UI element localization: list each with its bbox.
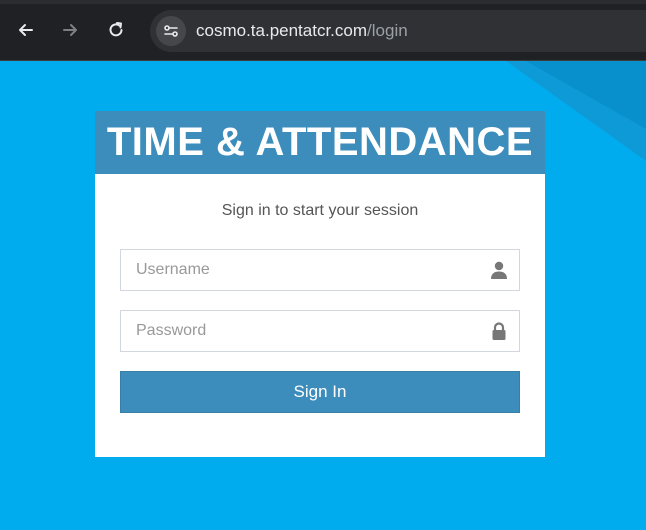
site-info-button[interactable] bbox=[156, 16, 186, 46]
back-button[interactable] bbox=[12, 16, 40, 44]
url-host: cosmo.ta.pentatcr.com bbox=[196, 21, 368, 40]
user-icon bbox=[489, 260, 509, 280]
login-box: TIME & ATTENDANCE Sign in to start your … bbox=[95, 111, 545, 457]
sign-in-button[interactable]: Sign In bbox=[120, 371, 520, 413]
browser-toolbar: cosmo.ta.pentatcr.com/login bbox=[0, 0, 646, 61]
url-text[interactable]: cosmo.ta.pentatcr.com/login bbox=[196, 21, 408, 41]
reload-icon bbox=[109, 22, 123, 37]
login-subtitle: Sign in to start your session bbox=[221, 202, 419, 219]
password-input[interactable] bbox=[121, 311, 471, 351]
password-field-group bbox=[120, 310, 520, 352]
username-field-group bbox=[120, 249, 520, 291]
reload-button[interactable] bbox=[102, 16, 130, 44]
login-title: TIME & ATTENDANCE bbox=[106, 120, 534, 164]
address-bar[interactable]: cosmo.ta.pentatcr.com/login bbox=[150, 10, 646, 52]
site-settings-icon bbox=[164, 25, 178, 37]
lock-icon bbox=[489, 321, 509, 341]
forward-arrow-icon bbox=[63, 24, 77, 36]
username-input[interactable] bbox=[121, 250, 471, 290]
login-header: TIME & ATTENDANCE bbox=[95, 111, 545, 174]
url-path: /login bbox=[367, 21, 408, 40]
forward-button[interactable] bbox=[56, 16, 84, 44]
back-arrow-icon bbox=[19, 24, 33, 36]
